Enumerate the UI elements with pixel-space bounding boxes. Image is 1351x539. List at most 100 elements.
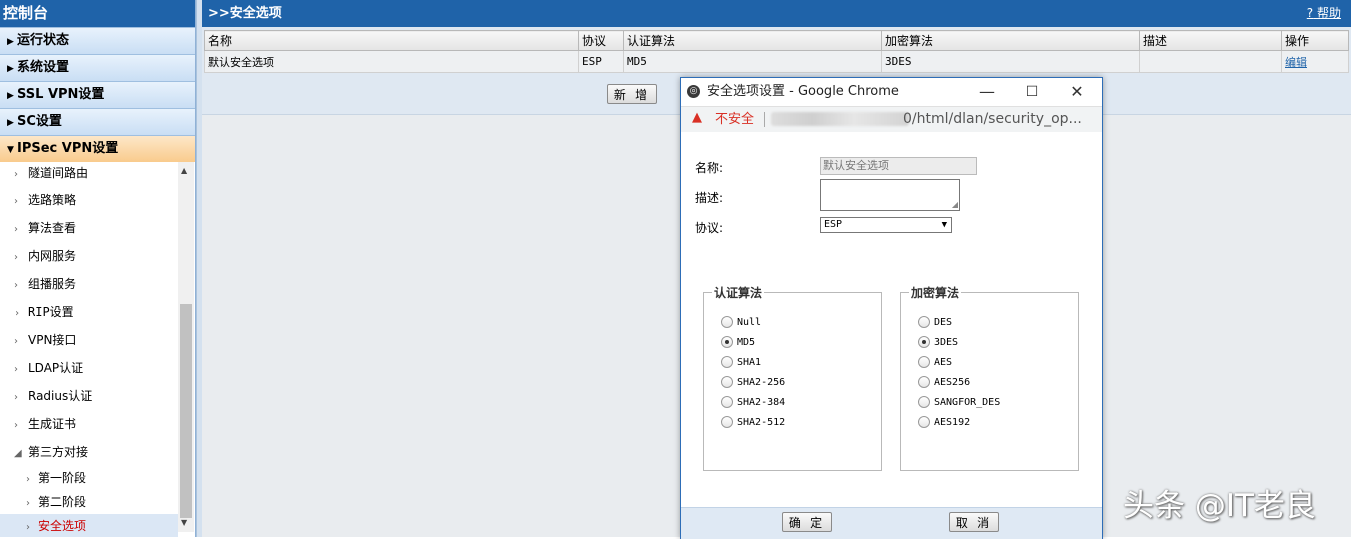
sidebar-item-label: 隧道间路由 bbox=[28, 166, 89, 180]
redacted-url-host bbox=[771, 112, 909, 126]
radio-checked-icon[interactable] bbox=[918, 336, 930, 348]
minimize-button[interactable]: — bbox=[967, 78, 1007, 106]
scrollbar-thumb[interactable] bbox=[180, 304, 192, 518]
url-text[interactable]: 0/html/dlan/security_op... bbox=[903, 107, 1082, 132]
sidebar-section-ssl-vpn[interactable]: ▶ SSL VPN设置 bbox=[0, 81, 195, 108]
radio-checked-icon[interactable] bbox=[721, 336, 733, 348]
column-header-enc[interactable]: 加密算法 bbox=[881, 30, 1140, 51]
column-header-action[interactable]: 操作 bbox=[1281, 30, 1349, 51]
watermark: 头条 @IT老良 bbox=[1123, 488, 1316, 524]
sidebar-scrollbar[interactable]: ▲ ▼ bbox=[178, 162, 194, 532]
sidebar-item-tunnel-route[interactable]: › 隧道间路由 bbox=[0, 162, 178, 186]
radio-icon[interactable] bbox=[721, 316, 733, 328]
chevron-right-icon: › bbox=[26, 498, 30, 509]
sidebar-item-radius[interactable]: › Radius认证 bbox=[0, 382, 178, 410]
chevron-right-icon: › bbox=[14, 169, 18, 180]
sidebar-item-vpn-interface[interactable]: › VPN接口 bbox=[0, 326, 178, 354]
name-field[interactable]: 默认安全选项 bbox=[820, 157, 977, 175]
radio-icon[interactable] bbox=[918, 396, 930, 408]
not-secure-label[interactable]: 不安全 bbox=[715, 107, 754, 132]
sidebar-item-certificate[interactable]: › 生成证书 bbox=[0, 410, 178, 438]
radio-label: 3DES bbox=[934, 337, 959, 348]
auth-radio-md5[interactable]: MD5 bbox=[721, 336, 755, 350]
close-button[interactable]: ✕ bbox=[1057, 78, 1097, 106]
sidebar-section-ipsec-vpn[interactable]: ▼ IPSec VPN设置 bbox=[0, 135, 195, 162]
edit-link[interactable]: 编辑 bbox=[1281, 50, 1349, 73]
enc-radio-aes256[interactable]: AES256 bbox=[918, 376, 970, 390]
auth-radio-sha2-256[interactable]: SHA2-256 bbox=[721, 376, 785, 390]
protocol-selected-value: ESP bbox=[824, 219, 843, 230]
column-header-name[interactable]: 名称 bbox=[204, 30, 579, 51]
enc-radio-des[interactable]: DES bbox=[918, 316, 952, 330]
radio-icon[interactable] bbox=[721, 356, 733, 368]
sidebar-subitem-security-options[interactable]: › 安全选项 bbox=[0, 514, 178, 537]
sidebar-section-sc[interactable]: ▶ SC设置 bbox=[0, 108, 195, 135]
protocol-select[interactable]: ESP ▼ bbox=[820, 217, 952, 233]
sidebar-subitem-label: 第二阶段 bbox=[38, 495, 87, 509]
chevron-right-icon: › bbox=[26, 474, 30, 485]
auth-radio-sha2-512[interactable]: SHA2-512 bbox=[721, 416, 785, 430]
enc-radio-aes192[interactable]: AES192 bbox=[918, 416, 970, 430]
radio-label: SANGFOR_DES bbox=[934, 397, 1001, 408]
table-row[interactable]: 默认安全选项 ESP MD5 3DES 编辑 bbox=[204, 50, 1349, 73]
enc-radio-sangfor-des[interactable]: SANGFOR_DES bbox=[918, 396, 1000, 410]
sidebar-section-status[interactable]: ▶ 运行状态 bbox=[0, 27, 195, 54]
help-link[interactable]: ? 帮助 bbox=[1307, 0, 1341, 27]
sidebar: 控制台 ▶ 运行状态 ▶ 系统设置 ▶ SSL VPN设置 ▶ SC设置 ▼ IPSec … bbox=[0, 0, 196, 537]
radio-label: Null bbox=[737, 317, 762, 328]
radio-icon[interactable] bbox=[721, 396, 733, 408]
add-button[interactable]: 新 增 bbox=[607, 84, 657, 104]
sidebar-item-lan-service[interactable]: › 内网服务 bbox=[0, 242, 178, 270]
chevron-right-icon: › bbox=[26, 522, 30, 533]
sidebar-subitem-phase2[interactable]: › 第二阶段 bbox=[0, 490, 178, 514]
dialog-titlebar[interactable]: ◎ 安全选项设置 - Google Chrome — ☐ ✕ bbox=[681, 78, 1102, 106]
sidebar-item-rip[interactable]: › RIP设置 bbox=[0, 298, 178, 326]
warning-icon: ▲ bbox=[692, 110, 702, 125]
sidebar-item-label: 内网服务 bbox=[28, 249, 77, 263]
auth-radio-sha2-384[interactable]: SHA2-384 bbox=[721, 396, 785, 410]
column-header-desc[interactable]: 描述 bbox=[1139, 30, 1282, 51]
sidebar-section-label: 系统设置 bbox=[17, 60, 70, 75]
cancel-button[interactable]: 取 消 bbox=[949, 512, 999, 532]
address-separator bbox=[764, 112, 765, 127]
sidebar-item-third-party[interactable]: ◢ 第三方对接 bbox=[0, 438, 178, 466]
chevron-right-icon: › bbox=[14, 196, 18, 207]
radio-icon[interactable] bbox=[918, 356, 930, 368]
sidebar-item-label: 生成证书 bbox=[28, 417, 77, 431]
maximize-button[interactable]: ☐ bbox=[1012, 78, 1052, 106]
sidebar-section-system[interactable]: ▶ 系统设置 bbox=[0, 54, 195, 81]
scroll-down-icon[interactable]: ▼ bbox=[181, 518, 187, 527]
auth-radio-sha1[interactable]: SHA1 bbox=[721, 356, 761, 370]
radio-label: AES192 bbox=[934, 417, 971, 428]
enc-radio-3des[interactable]: 3DES bbox=[918, 336, 958, 350]
radio-icon[interactable] bbox=[918, 376, 930, 388]
column-header-protocol[interactable]: 协议 bbox=[578, 30, 624, 51]
page-title: >>安全选项 bbox=[208, 6, 282, 21]
sidebar-item-label: RIP设置 bbox=[28, 305, 74, 319]
triangle-right-icon: ▶ bbox=[7, 37, 14, 47]
chevron-right-icon: › bbox=[14, 308, 21, 319]
sidebar-item-ldap[interactable]: › LDAP认证 bbox=[0, 354, 178, 382]
sidebar-item-multicast[interactable]: › 组播服务 bbox=[0, 270, 178, 298]
radio-icon[interactable] bbox=[918, 316, 930, 328]
description-textarea[interactable]: ◢ bbox=[820, 179, 960, 211]
radio-icon[interactable] bbox=[721, 416, 733, 428]
sidebar-section-label: IPSec VPN设置 bbox=[17, 141, 119, 156]
sidebar-item-algorithm-view[interactable]: › 算法查看 bbox=[0, 214, 178, 242]
chevron-right-icon: › bbox=[14, 420, 18, 431]
sidebar-subitem-label: 安全选项 bbox=[38, 519, 87, 533]
resize-grip-icon[interactable]: ◢ bbox=[952, 200, 958, 209]
scroll-up-icon[interactable]: ▲ bbox=[181, 166, 187, 175]
sidebar-item-route-policy[interactable]: › 选路策略 bbox=[0, 186, 178, 214]
sidebar-subitem-phase1[interactable]: › 第一阶段 bbox=[0, 466, 178, 490]
address-bar[interactable]: ▲ 不安全 0/html/dlan/security_op... bbox=[681, 106, 1102, 133]
ok-button[interactable]: 确 定 bbox=[782, 512, 832, 532]
radio-label: AES256 bbox=[934, 377, 971, 388]
radio-label: DES bbox=[934, 317, 953, 328]
triangle-right-icon: ▶ bbox=[7, 118, 14, 128]
radio-icon[interactable] bbox=[721, 376, 733, 388]
auth-radio-null[interactable]: Null bbox=[721, 316, 761, 330]
column-header-auth[interactable]: 认证算法 bbox=[623, 30, 882, 51]
radio-icon[interactable] bbox=[918, 416, 930, 428]
enc-radio-aes[interactable]: AES bbox=[918, 356, 952, 370]
